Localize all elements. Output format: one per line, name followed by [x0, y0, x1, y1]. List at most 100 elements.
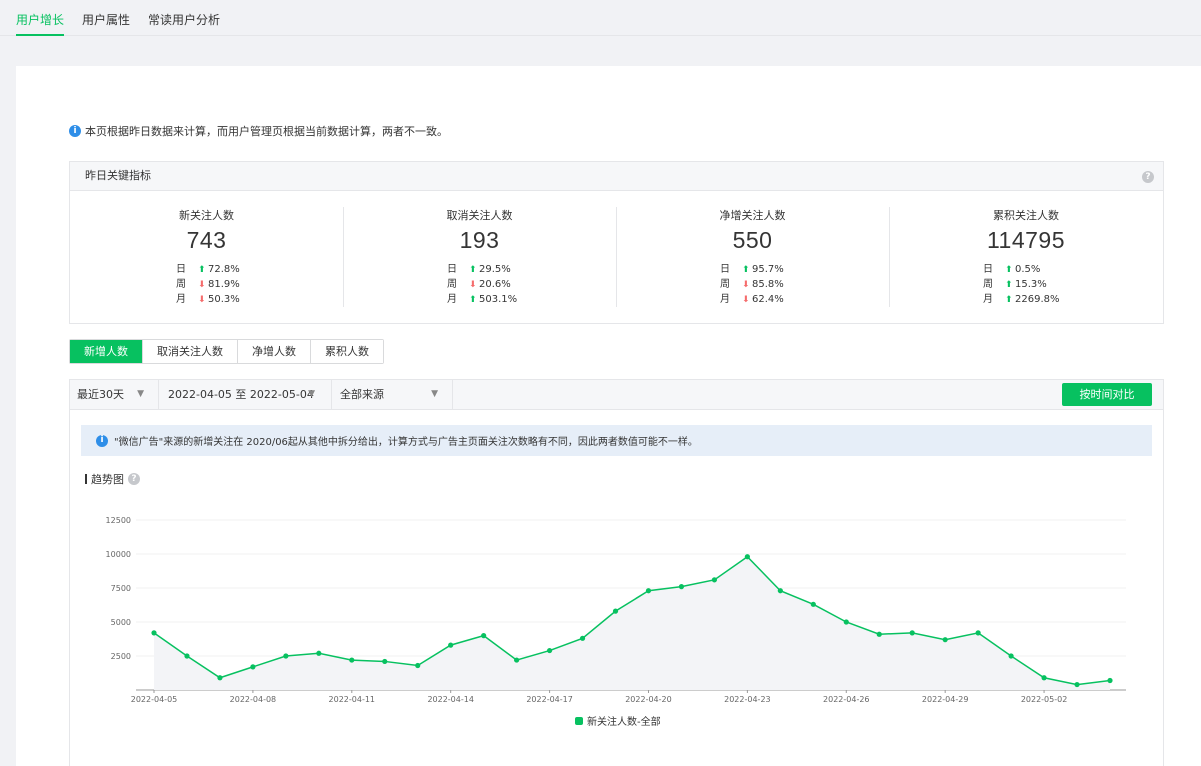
kpi-unfollows: 取消关注人数 193 日 ⬆ 29.5% 周 ⬇ 20.6% 月 ⬆ 503.1% [343, 207, 616, 307]
ad-source-tip: i "微信广告"来源的新增关注在 2020/06起从其他中拆分给出，计算方式与广… [81, 425, 1152, 456]
kpi-value: 114795 [986, 227, 1066, 253]
arrow-down-icon: ⬇ [469, 280, 477, 290]
arrow-down-icon: ⬇ [742, 280, 750, 290]
arrow-down-icon: ⬇ [198, 295, 206, 305]
tab-user-attributes[interactable]: 用户属性 [82, 11, 130, 28]
x-tick-label: 2022-04-08 [230, 695, 277, 704]
tab-new-follows[interactable]: 新增人数 [70, 340, 143, 363]
data-notice: i 本页根据昨日数据来计算，而用户管理页根据当前数据计算，两者不一致。 [69, 123, 448, 139]
data-point [612, 608, 619, 614]
period-select-value: 最近30天 [77, 388, 124, 401]
legend-swatch [575, 716, 583, 725]
x-tick-label: 2022-04-11 [329, 695, 376, 704]
data-point [942, 637, 948, 643]
title-marker [85, 474, 87, 484]
x-tick-label: 2022-04-20 [625, 695, 672, 704]
trend-title-text: 趋势图 [91, 473, 124, 486]
data-point [546, 647, 553, 654]
arrow-up-icon: ⬆ [1005, 265, 1013, 275]
data-point [415, 662, 421, 669]
info-icon: i [69, 125, 81, 137]
arrow-up-icon: ⬆ [469, 295, 477, 305]
data-point [349, 657, 355, 663]
data-point [711, 577, 718, 583]
arrow-up-icon: ⬆ [469, 265, 477, 275]
data-point [184, 653, 190, 659]
arrow-up-icon: ⬆ [1005, 280, 1013, 290]
arrow-up-icon: ⬆ [742, 265, 750, 275]
tab-user-growth[interactable]: 用户增长 [16, 11, 64, 28]
kpi-row-week: 周 ⬇ 20.6% [447, 277, 616, 292]
kpi-row-month: 月 ⬇ 62.4% [720, 292, 889, 307]
kpi-title: 净增关注人数 [719, 209, 786, 222]
metric-tab-group: 新增人数 取消关注人数 净增人数 累积人数 [69, 339, 384, 364]
data-point [1074, 681, 1080, 688]
data-point [975, 630, 981, 636]
data-point [151, 630, 157, 636]
data-point [909, 630, 915, 636]
key-metrics-title: 昨日关键指标 [85, 169, 151, 182]
compare-by-time-button[interactable]: 按时间对比 [1062, 383, 1152, 406]
tab-net-follows[interactable]: 净增人数 [238, 340, 311, 363]
arrow-up-icon: ⬆ [1005, 295, 1013, 305]
date-range-value: 2022-04-05 至 2022-05-04 [168, 388, 314, 401]
data-point [777, 588, 783, 594]
data-point [448, 642, 454, 648]
data-point [316, 650, 322, 656]
help-icon[interactable]: ? [128, 473, 140, 485]
tab-unfollows[interactable]: 取消关注人数 [143, 340, 238, 363]
period-select[interactable]: 最近30天 ▼ [70, 380, 159, 409]
kpi-row-month: 月 ⬆ 2269.8% [983, 292, 1163, 307]
data-point [1008, 653, 1014, 659]
data-point [217, 675, 223, 681]
info-icon: i [96, 434, 108, 447]
y-tick-label: 12500 [106, 516, 131, 525]
x-tick-label: 2022-04-23 [724, 695, 771, 704]
kpi-row-week: 周 ⬇ 81.9% [176, 277, 343, 292]
kpi-title: 取消关注人数 [446, 209, 513, 222]
source-select[interactable]: 全部来源 ▼ [332, 380, 453, 409]
kpi-title: 新关注人数 [179, 209, 234, 222]
kpi-value: 550 [732, 227, 773, 253]
x-tick-label: 2022-04-05 [131, 695, 178, 704]
source-select-value: 全部来源 [340, 388, 384, 401]
trend-chart: 2500 5000 7500 10000 12500 2022-04-05 2022-04-… [106, 516, 1126, 704]
chart-legend[interactable]: 新关注人数-全部 [575, 713, 661, 728]
x-tick-label: 2022-04-29 [922, 695, 969, 704]
active-tab-underline [16, 34, 64, 36]
notice-text: 本页根据昨日数据来计算，而用户管理页根据当前数据计算，两者不一致。 [85, 125, 448, 138]
data-point [1041, 675, 1047, 681]
kpi-row-week: 周 ⬇ 85.8% [720, 277, 889, 292]
kpi-row-week: 周 ⬆ 15.3% [983, 277, 1163, 292]
data-point [481, 633, 487, 639]
tip-text: "微信广告"来源的新增关注在 2020/06起从其他中拆分给出，计算方式与广告主… [114, 437, 698, 448]
series-area [154, 556, 1110, 690]
kpi-new-follows: 新关注人数 743 日 ⬆ 72.8% 周 ⬇ 81.9% 月 ⬇ 50.3% [70, 207, 343, 307]
data-point [876, 631, 882, 637]
x-tick-label: 2022-04-14 [427, 695, 474, 704]
kpi-row-day: 日 ⬆ 29.5% [447, 262, 616, 277]
kpi-value: 193 [459, 227, 500, 253]
help-icon[interactable]: ? [1142, 171, 1154, 183]
tab-total-follows[interactable]: 累积人数 [311, 340, 383, 363]
x-tick-label: 2022-05-02 [1021, 695, 1068, 704]
caret-down-icon: ▼ [431, 389, 438, 399]
x-tick-label: 2022-04-17 [526, 695, 573, 704]
key-metrics-panel: 昨日关键指标 ? 新关注人数 743 日 ⬆ 72.8% 周 ⬇ 81.9% 月 ⬇ 50.… [69, 161, 1164, 324]
kpi-title: 累积关注人数 [993, 209, 1059, 222]
data-point [843, 619, 849, 625]
data-point [250, 664, 256, 670]
kpi-row-month: 月 ⬆ 503.1% [447, 292, 616, 307]
kpi-net-follows: 净增关注人数 550 日 ⬆ 95.7% 周 ⬇ 85.8% 月 ⬇ 62.4% [616, 207, 889, 307]
data-point [810, 601, 816, 607]
caret-down-icon: ▼ [137, 389, 144, 399]
data-point [678, 584, 685, 590]
data-point [382, 658, 388, 665]
date-range-picker[interactable]: 2022-04-05 至 2022-05-04 ▼ [159, 380, 332, 409]
kpi-row-day: 日 ⬆ 95.7% [720, 262, 889, 277]
key-metrics-header: 昨日关键指标 ? [70, 162, 1163, 191]
kpi-row-day: 日 ⬆ 0.5% [983, 262, 1163, 277]
data-point [514, 657, 520, 663]
y-tick-label: 2500 [111, 652, 131, 661]
tab-frequent-readers[interactable]: 常读用户分析 [148, 11, 220, 28]
